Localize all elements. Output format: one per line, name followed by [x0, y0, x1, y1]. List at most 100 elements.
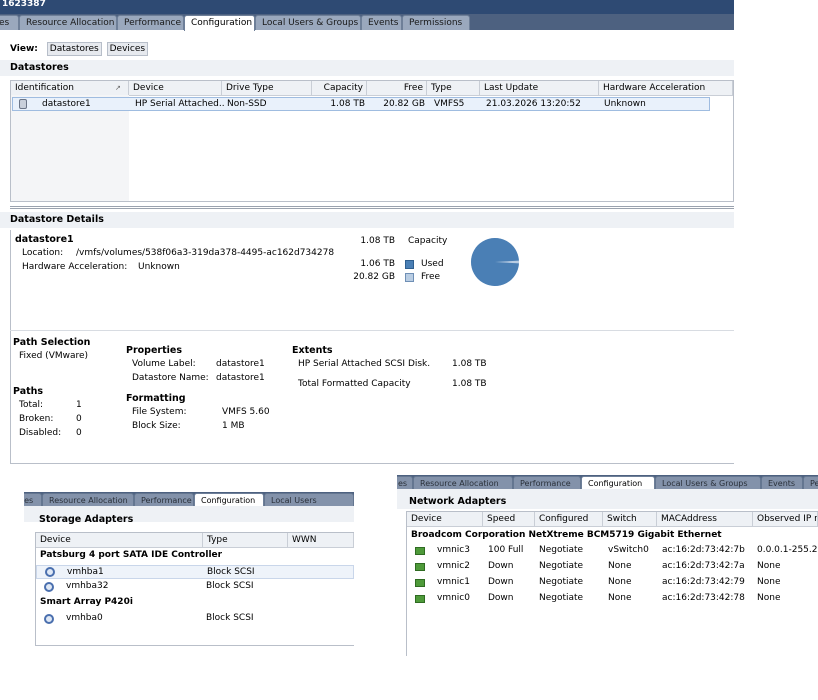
tab-performance[interactable]: Performance [117, 15, 184, 30]
net-configured: Negotiate [539, 593, 584, 603]
net-configured: Negotiate [539, 545, 584, 555]
storage-row-vmhba1[interactable]: vmhba1 Block SCSI [36, 565, 354, 579]
col-net-observed-ip[interactable]: Observed IP r [753, 512, 818, 526]
network-row-vmnic2[interactable]: vmnic2 Down Negotiate None ac:16:2d:73:4… [407, 560, 818, 574]
storage-type: Block SCSI [206, 613, 254, 623]
col-net-device[interactable]: Device [407, 512, 483, 526]
storage-bg-tab: nes [24, 493, 42, 506]
paths-total-label: Total: [19, 400, 44, 410]
hw-accel-label: Hardware Acceleration: [22, 262, 128, 272]
net-switch: None [608, 561, 632, 571]
net-speed: Down [488, 561, 514, 571]
storage-bg-tab: Performance [134, 493, 194, 506]
free-label: Free [421, 272, 441, 282]
volume-label-label: Volume Label: [132, 359, 196, 369]
datastores-table: Identification ↗ Device Drive Type Capac… [10, 80, 734, 202]
hba-icon [45, 567, 55, 577]
row-hw-accel: Unknown [604, 99, 646, 109]
datastores-table-header: Identification ↗ Device Drive Type Capac… [11, 81, 733, 96]
col-device[interactable]: Device [129, 81, 222, 95]
pane-splitter[interactable] [10, 206, 734, 209]
network-bg-tab: Configuration [581, 476, 655, 489]
storage-row-vmhba32[interactable]: vmhba32 Block SCSI [36, 580, 354, 594]
net-switch: None [608, 577, 632, 587]
col-storage-type[interactable]: Type [203, 533, 288, 547]
file-system-label: File System: [132, 407, 187, 417]
net-speed: 100 Full [488, 545, 524, 555]
col-free[interactable]: Free [367, 81, 427, 95]
net-mac: ac:16:2d:73:42:7a [662, 561, 745, 571]
col-net-speed[interactable]: Speed [483, 512, 535, 526]
capacity-value: 1.08 TB [360, 236, 395, 246]
tab-events[interactable]: Events [361, 15, 402, 30]
network-bg-tab: Local Users & Groups [655, 476, 761, 489]
storage-device: vmhba32 [66, 581, 109, 591]
network-heading-band: Network Adapters [397, 489, 818, 509]
path-selection-value: Fixed (VMware) [19, 351, 89, 361]
net-configured: Negotiate [539, 561, 584, 571]
window-title: 1623387 [2, 0, 46, 9]
network-row-vmnic0[interactable]: vmnic0 Down Negotiate None ac:16:2d:73:4… [407, 592, 818, 606]
datastores-heading: Datastores [10, 62, 69, 73]
tab-resource-allocation[interactable]: Resource Allocation [19, 15, 117, 30]
col-identification[interactable]: Identification [11, 81, 129, 95]
network-row-vmnic1[interactable]: vmnic1 Down Negotiate None ac:16:2d:73:4… [407, 576, 818, 590]
col-net-configured[interactable]: Configured [535, 512, 603, 526]
network-bg-tab: Resource Allocation [413, 476, 513, 489]
net-ip: None [757, 593, 781, 603]
row-identification: datastore1 [42, 99, 91, 109]
view-label: View: [10, 44, 38, 54]
net-speed: Down [488, 593, 514, 603]
tab-permissions[interactable]: Permissions [402, 15, 470, 30]
storage-type: Block SCSI [207, 567, 255, 577]
storage-heading-band: Storage Adapters [24, 506, 354, 525]
tab-local-users-groups[interactable]: Local Users & Groups [255, 15, 361, 30]
network-adapters-heading: Network Adapters [409, 496, 507, 507]
col-type[interactable]: Type [427, 81, 480, 95]
network-group-broadcom[interactable]: Broadcom Corporation NetXtreme BCM5719 G… [411, 529, 722, 542]
properties-heading: Properties [126, 345, 182, 356]
col-storage-wwn[interactable]: WWN [288, 533, 354, 547]
hw-accel-value: Unknown [138, 262, 180, 272]
network-bg-tab: Performance [513, 476, 581, 489]
paths-broken-value: 0 [76, 414, 82, 424]
extents-heading: Extents [292, 345, 333, 356]
nic-icon [415, 563, 425, 571]
storage-group-patsburg[interactable]: Patsburg 4 port SATA IDE Controller [40, 549, 222, 562]
network-bg-tab: Pe [803, 476, 818, 489]
storage-group-smart-array[interactable]: Smart Array P420i [40, 596, 133, 609]
main-tab-bar: es Resource Allocation Performance Confi… [0, 14, 734, 31]
net-device: vmnic0 [437, 593, 470, 603]
storage-row-vmhba0[interactable]: vmhba0 Block SCSI [36, 612, 354, 626]
col-net-mac[interactable]: MACAddress [657, 512, 753, 526]
datastores-view-button[interactable]: Datastores [46, 42, 102, 56]
col-hardware-acceleration[interactable]: Hardware Acceleration [599, 81, 733, 95]
paths-total-value: 1 [76, 400, 82, 410]
col-drive-type[interactable]: Drive Type [222, 81, 312, 95]
row-last-update: 21.03.2026 13:20:52 [486, 99, 581, 109]
hba-icon [44, 582, 54, 592]
net-mac: ac:16:2d:73:42:7b [662, 545, 745, 555]
col-net-switch[interactable]: Switch [603, 512, 657, 526]
storage-bg-tab-bar: nes Resource Allocation Performance Conf… [24, 492, 354, 506]
paths-heading: Paths [13, 386, 44, 397]
capacity-pie-chart [471, 238, 519, 286]
path-selection-heading: Path Selection [13, 337, 91, 348]
col-storage-device[interactable]: Device [36, 533, 203, 547]
devices-view-button[interactable]: Devices [106, 42, 149, 56]
network-row-vmnic3[interactable]: vmnic3 100 Full Negotiate vSwitch0 ac:16… [407, 544, 818, 558]
net-speed: Down [488, 577, 514, 587]
storage-bg-tab: Local Users [264, 493, 354, 506]
net-ip: None [757, 561, 781, 571]
total-formatted-label: Total Formatted Capacity [298, 379, 411, 389]
tab-partial[interactable]: es [0, 15, 19, 30]
row-free: 20.82 GB [383, 99, 425, 109]
datastore-row[interactable]: datastore1 HP Serial Attached... Non-SSD… [12, 97, 710, 111]
tab-configuration[interactable]: Configuration [184, 15, 255, 31]
location-value: /vmfs/volumes/538f06a3-319da378-4495-ac1… [76, 248, 335, 258]
col-last-update[interactable]: Last Update [480, 81, 599, 95]
net-device: vmnic3 [437, 545, 470, 555]
storage-table-header: Device Type WWN [36, 533, 354, 548]
col-capacity[interactable]: Capacity [312, 81, 367, 95]
net-mac: ac:16:2d:73:42:78 [662, 593, 745, 603]
